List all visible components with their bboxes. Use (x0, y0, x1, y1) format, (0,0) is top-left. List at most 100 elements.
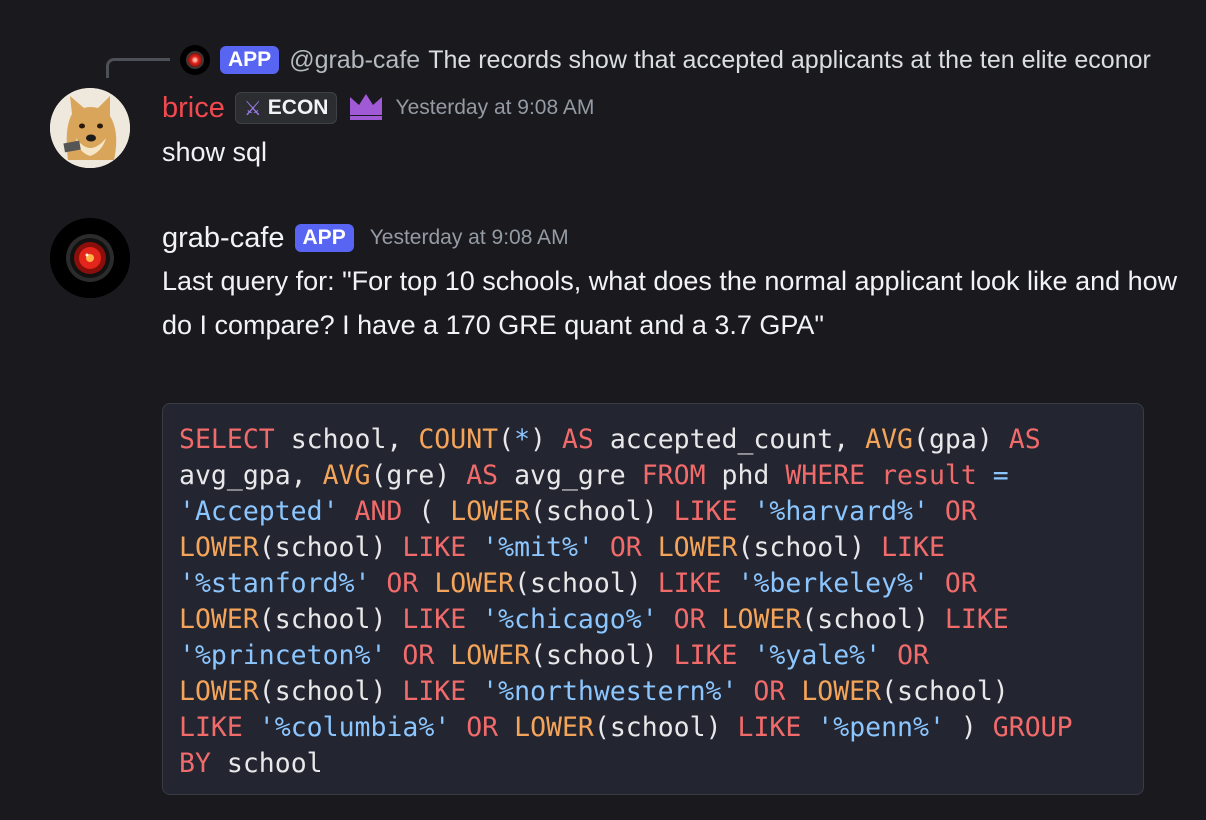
username[interactable]: grab-cafe (162, 222, 285, 255)
code-token: '%stanford%' (179, 568, 371, 599)
code-token: OR (897, 640, 929, 671)
code-token: '%harvard%' (753, 496, 929, 527)
reply-text[interactable]: The records show that accepted applicant… (428, 46, 1151, 75)
code-token: avg_gre (498, 460, 642, 491)
code-token: '%chicago%' (482, 604, 658, 635)
code-token: (school) (737, 532, 882, 563)
avatar[interactable] (50, 218, 130, 298)
reply-author[interactable]: @grab-cafe (289, 46, 420, 75)
code-token: ) (944, 712, 993, 743)
code-token: '%northwestern%' (482, 676, 738, 707)
hal-eye-avatar-icon (50, 218, 130, 298)
code-token: OR (609, 532, 642, 563)
code-token: AS (561, 424, 594, 455)
code-token: OR (944, 568, 977, 599)
code-token: LIKE (179, 712, 243, 743)
role-tag[interactable]: ⚔ ECON (234, 92, 338, 124)
code-token: GROUP (992, 712, 1073, 743)
sword-icon: ⚔ (243, 97, 262, 120)
code-line: '%princeton%' OR LOWER(school) LIKE '%ya… (179, 638, 1127, 674)
code-token: OR (402, 640, 435, 671)
code-token: OR (466, 712, 499, 743)
code-token: (gpa) (913, 424, 1009, 455)
code-token: LOWER (434, 568, 515, 599)
code-token: (school) (258, 604, 403, 635)
code-token: AND (354, 496, 403, 527)
code-token: (school) (514, 568, 658, 599)
code-token: (school) (593, 712, 738, 743)
code-token: OR (386, 568, 419, 599)
timestamp[interactable]: Yesterday at 9:08 AM (370, 226, 569, 250)
code-token: '%princeton%' (179, 640, 387, 671)
code-token: LIKE (944, 604, 1009, 635)
code-line: LOWER(school) LIKE '%northwestern%' OR L… (179, 674, 1127, 710)
code-token: '%columbia%' (258, 712, 451, 743)
app-tag: APP (294, 224, 354, 252)
code-token: (gre) (370, 460, 467, 491)
message-content: show sql (162, 137, 268, 167)
code-token: OR (753, 676, 786, 707)
doge-avatar-icon (50, 88, 130, 168)
code-token: school, (274, 424, 419, 455)
code-token: '%mit%' (482, 532, 594, 563)
code-token: LIKE (737, 712, 802, 743)
timestamp[interactable]: Yesterday at 9:08 AM (395, 96, 594, 120)
code-token: LOWER (801, 676, 882, 707)
code-token: result (881, 460, 977, 491)
code-token: phd (705, 460, 786, 491)
code-token: '%berkeley%' (737, 568, 929, 599)
avatar[interactable] (50, 88, 130, 168)
code-line: '%stanford%' OR LOWER(school) LIKE '%ber… (179, 566, 1127, 602)
code-token: OR (944, 496, 977, 527)
username[interactable]: brice (162, 92, 225, 125)
code-line: SELECT school, COUNT(*) AS accepted_coun… (179, 422, 1127, 458)
code-token: COUNT (418, 424, 499, 455)
code-token: LOWER (179, 676, 259, 707)
code-token: '%yale%' (753, 640, 882, 671)
code-token: school (210, 748, 323, 779)
code-token: (school) (801, 604, 945, 635)
sql-code-block[interactable]: SELECT school, COUNT(*) AS accepted_coun… (162, 403, 1144, 795)
code-line: BY school (179, 746, 1127, 782)
code-token: LIKE (657, 568, 722, 599)
code-token: accepted_count, (593, 424, 866, 455)
code-token: LOWER (179, 604, 259, 635)
app-tag: APP (220, 46, 280, 74)
code-token: LOWER (450, 640, 531, 671)
code-line: LOWER(school) LIKE '%chicago%' OR LOWER(… (179, 602, 1127, 638)
role-label: ECON (267, 96, 329, 119)
bot-mini-avatar[interactable] (180, 45, 210, 75)
reply-preview[interactable]: APP @grab-cafe The records show that acc… (180, 44, 1151, 76)
crown-icon[interactable] (347, 91, 385, 126)
code-token: LOWER (514, 712, 594, 743)
message-header: brice ⚔ ECON Yesterday at 9:08 AM (162, 88, 594, 128)
code-token: FROM (641, 460, 706, 491)
code-token: AVG (865, 424, 913, 455)
code-token: '%penn%' (817, 712, 945, 743)
code-token: LOWER (721, 604, 802, 635)
code-token: LIKE (673, 640, 738, 671)
code-token: (school) (881, 676, 1009, 707)
code-token: LIKE (881, 532, 945, 563)
